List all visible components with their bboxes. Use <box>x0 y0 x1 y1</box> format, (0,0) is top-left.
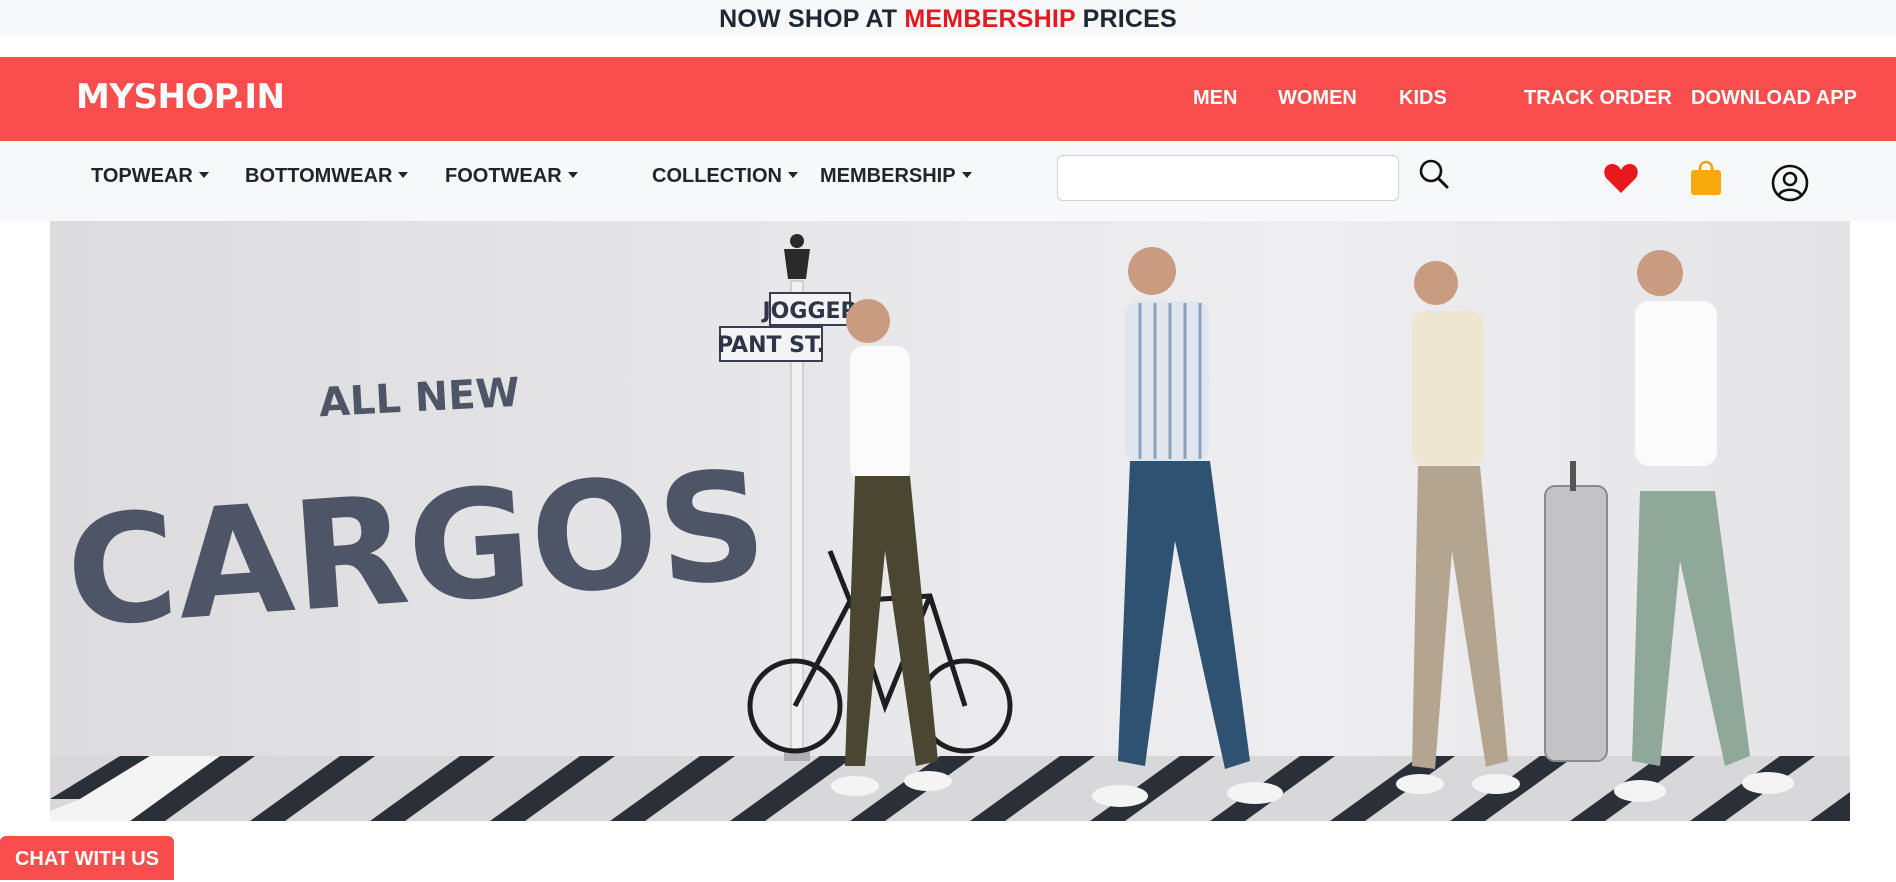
caret-down-icon <box>398 172 409 178</box>
nav-link-women[interactable]: WOMEN <box>1278 87 1357 110</box>
announcement-bar: NOW SHOP AT MEMBERSHIP PRICES <box>0 0 1896 36</box>
street-sign-top: JOGGER <box>761 299 858 324</box>
caret-down-icon <box>788 172 798 178</box>
category-nav: TOPWEAR BOTTOMWEAR FOOTWEAR COLLECTION M… <box>0 141 1896 221</box>
nav-link-track-order[interactable]: TRACK ORDER <box>1524 87 1672 110</box>
caret-down-icon <box>567 172 578 178</box>
search-input[interactable] <box>1057 155 1399 201</box>
category-label: BOTTOMWEAR <box>245 165 393 187</box>
nav-link-kids[interactable]: KIDS <box>1399 87 1447 110</box>
announcement-prefix: NOW SHOP AT <box>719 5 905 33</box>
main-header: MYSHOP.IN MEN WOMEN KIDS TRACK ORDER DOW… <box>0 57 1896 141</box>
model-figure <box>1092 247 1283 807</box>
announcement-suffix: PRICES <box>1075 5 1177 33</box>
category-label: FOOTWEAR <box>445 165 562 187</box>
category-label: MEMBERSHIP <box>820 165 956 187</box>
model-figure <box>1544 250 1794 802</box>
hero-illustration: ALL NEW CARGOS JOGGER PANT ST. <box>50 234 1850 821</box>
hero-headline-big: CARGOS <box>61 439 772 661</box>
category-bottomwear-dropdown[interactable]: BOTTOMWEAR <box>245 165 409 188</box>
shopping-bag-icon[interactable] <box>1689 160 1723 201</box>
model-figure <box>1396 261 1520 794</box>
hero-banner[interactable]: ALL NEW CARGOS JOGGER PANT ST. <box>50 221 1850 821</box>
category-label: TOPWEAR <box>91 165 193 187</box>
model-figure <box>831 299 952 796</box>
nav-link-men[interactable]: MEN <box>1193 87 1237 110</box>
search-icon[interactable] <box>1418 158 1450 195</box>
site-logo[interactable]: MYSHOP.IN <box>76 77 285 117</box>
caret-down-icon <box>961 172 972 178</box>
category-label: COLLECTION <box>652 165 782 187</box>
category-footwear-dropdown[interactable]: FOOTWEAR <box>445 165 578 188</box>
category-membership-dropdown[interactable]: MEMBERSHIP <box>820 165 972 188</box>
category-topwear-dropdown[interactable]: TOPWEAR <box>91 165 209 188</box>
user-account-icon[interactable] <box>1771 164 1809 207</box>
caret-down-icon <box>198 172 209 178</box>
category-collection-dropdown[interactable]: COLLECTION <box>652 165 798 188</box>
nav-link-download-app[interactable]: DOWNLOAD APP <box>1691 87 1857 110</box>
heart-icon[interactable] <box>1603 161 1639 200</box>
street-sign-bottom: PANT ST. <box>717 333 825 358</box>
chat-with-us-button[interactable]: CHAT WITH US <box>0 836 174 880</box>
hero-headline-small: ALL NEW <box>318 370 521 426</box>
announcement-highlight: MEMBERSHIP <box>904 5 1076 33</box>
